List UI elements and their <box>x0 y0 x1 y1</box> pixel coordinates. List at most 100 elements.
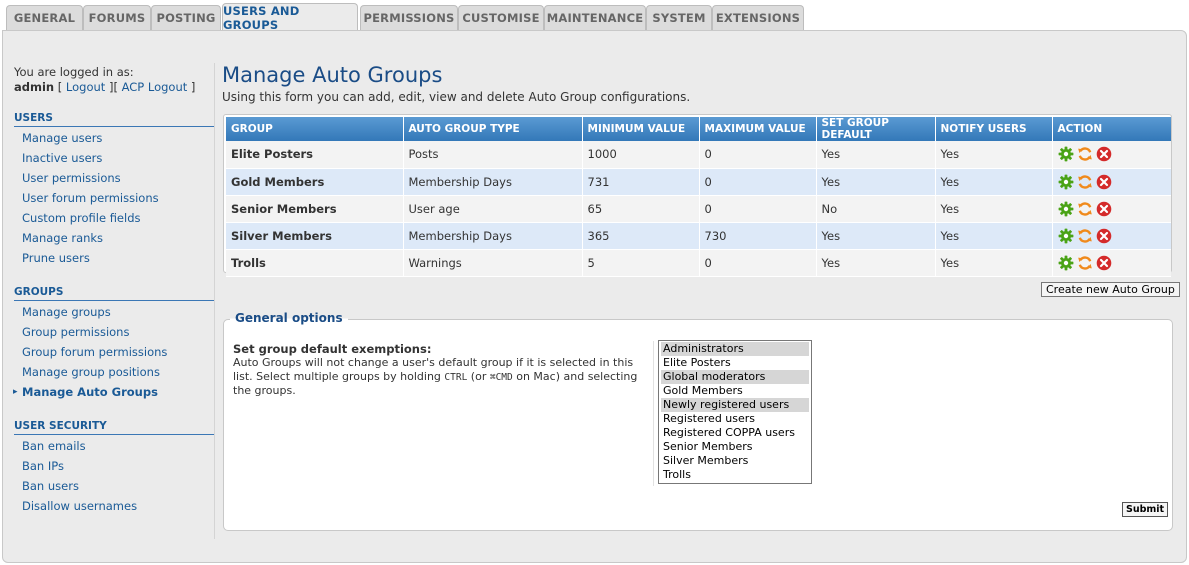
cell-action <box>1052 249 1171 277</box>
logout-link[interactable]: Logout <box>66 80 105 94</box>
sidebar-item-user-permissions[interactable]: User permissions <box>22 171 121 185</box>
exemptions-label: Set group default exemptions: <box>233 342 432 356</box>
sidebar-item-custom-profile-fields[interactable]: Custom profile fields <box>22 211 141 225</box>
sidebar-item-ban-emails[interactable]: Ban emails <box>22 439 86 453</box>
sidebar-item-manage-auto-groups[interactable]: Manage Auto Groups <box>22 385 158 399</box>
bracket-open: [ <box>57 80 66 94</box>
table-row: Senior Members User age 65 0 No Yes <box>226 195 1171 223</box>
listbox-option[interactable]: Elite Posters <box>661 356 809 370</box>
options-divider <box>653 341 654 486</box>
listbox-option[interactable]: Registered users <box>661 412 809 426</box>
cell-minimum-value: 65 <box>582 195 700 223</box>
cell-maximum-value: 730 <box>699 222 817 250</box>
sidebar-item-manage-group-positions[interactable]: Manage group positions <box>22 365 160 379</box>
sync-icon[interactable] <box>1077 174 1093 190</box>
cell-minimum-value: 731 <box>582 168 700 196</box>
section-title-groups: GROUPS <box>14 286 214 301</box>
listbox-option[interactable]: Silver Members <box>661 454 809 468</box>
listbox-option[interactable]: Trolls <box>661 468 809 482</box>
listbox-option[interactable]: Global moderators <box>661 370 809 384</box>
sidebar-item-disallow-usernames[interactable]: Disallow usernames <box>22 499 137 513</box>
cell-action <box>1052 195 1171 223</box>
tab-posting[interactable]: POSTING <box>151 5 221 30</box>
submit-button[interactable]: Submit <box>1122 502 1169 517</box>
sidebar-item-group-forum-permissions[interactable]: Group forum permissions <box>22 345 167 359</box>
table-header-row: GROUP AUTO GROUP TYPE MINIMUM VALUE MAXI… <box>226 117 1171 141</box>
cell-notify-users: Yes <box>935 195 1053 223</box>
section-title-users: USERS <box>14 112 214 127</box>
cell-auto-group-type: Warnings <box>403 249 583 277</box>
cell-group: Gold Members <box>226 168 404 196</box>
listbox-option[interactable]: Senior Members <box>661 440 809 454</box>
gear-icon[interactable] <box>1058 255 1074 271</box>
sync-icon[interactable] <box>1077 201 1093 217</box>
column-header-notify-users: NOTIFY USERS <box>935 117 1053 141</box>
column-header-minimum-value: MINIMUM VALUE <box>582 117 700 141</box>
delete-icon[interactable] <box>1096 174 1112 190</box>
table-row: Elite Posters Posts 1000 0 Yes Yes <box>226 141 1171 169</box>
tab-extensions[interactable]: EXTENSIONS <box>712 5 804 30</box>
cell-set-group-default: Yes <box>816 141 936 169</box>
tab-users-and-groups[interactable]: USERS AND GROUPS <box>222 3 358 32</box>
help-cmd-key: ⌘CMD <box>489 371 513 383</box>
gear-icon[interactable] <box>1058 201 1074 217</box>
sidebar-item-inactive-users[interactable]: Inactive users <box>22 151 102 165</box>
sidebar-divider <box>214 63 215 539</box>
gear-icon[interactable] <box>1058 174 1074 190</box>
login-prefix: You are logged in as: <box>14 65 134 79</box>
login-info: You are logged in as: admin [ Logout ][ … <box>14 65 195 95</box>
sidebar-item-prune-users[interactable]: Prune users <box>22 251 90 265</box>
delete-icon[interactable] <box>1096 255 1112 271</box>
page-title: Manage Auto Groups <box>222 63 443 87</box>
delete-icon[interactable] <box>1096 228 1112 244</box>
action-icons <box>1058 146 1112 162</box>
listbox-option[interactable]: Registered COPPA users <box>661 426 809 440</box>
acp-logout-link[interactable]: ACP Logout <box>122 80 188 94</box>
sync-icon[interactable] <box>1077 146 1093 162</box>
listbox-option[interactable]: Administrators <box>661 342 809 356</box>
cell-maximum-value: 0 <box>699 249 817 277</box>
tab-customise[interactable]: CUSTOMISE <box>458 5 544 30</box>
tab-general[interactable]: GENERAL <box>6 5 83 30</box>
delete-icon[interactable] <box>1096 201 1112 217</box>
cell-maximum-value: 0 <box>699 168 817 196</box>
listbox-option[interactable]: Newly registered users <box>661 398 809 412</box>
column-header-maximum-value: MAXIMUM VALUE <box>699 117 817 141</box>
cell-notify-users: Yes <box>935 222 1053 250</box>
cell-action <box>1052 168 1171 196</box>
tab-system[interactable]: SYSTEM <box>646 5 712 30</box>
tab-bar: GENERAL FORUMS POSTING USERS AND GROUPS … <box>0 0 1189 32</box>
main-panel: You are logged in as: admin [ Logout ][ … <box>2 30 1187 563</box>
create-auto-group-button[interactable]: Create new Auto Group <box>1041 282 1180 297</box>
gear-icon[interactable] <box>1058 146 1074 162</box>
table-row: Trolls Warnings 5 0 Yes Yes <box>226 249 1171 277</box>
sidebar-item-ban-ips[interactable]: Ban IPs <box>22 459 64 473</box>
sidebar-item-manage-ranks[interactable]: Manage ranks <box>22 231 103 245</box>
cell-group: Senior Members <box>226 195 404 223</box>
delete-icon[interactable] <box>1096 146 1112 162</box>
cell-notify-users: Yes <box>935 168 1053 196</box>
cell-group: Trolls <box>226 249 404 277</box>
tab-forums[interactable]: FORUMS <box>83 5 151 30</box>
sync-icon[interactable] <box>1077 255 1093 271</box>
sidebar-item-group-permissions[interactable]: Group permissions <box>22 325 129 339</box>
auto-groups-table: GROUP AUTO GROUP TYPE MINIMUM VALUE MAXI… <box>226 117 1171 277</box>
sidebar-item-manage-groups[interactable]: Manage groups <box>22 305 111 319</box>
page-description: Using this form you can add, edit, view … <box>222 90 691 104</box>
column-header-auto-group-type: AUTO GROUP TYPE <box>403 117 583 141</box>
listbox-option[interactable]: Gold Members <box>661 384 809 398</box>
exemptions-multiselect[interactable]: Administrators Elite Posters Global modera… <box>658 340 812 484</box>
tab-permissions[interactable]: PERMISSIONS <box>360 5 458 30</box>
sidebar-item-user-forum-permissions[interactable]: User forum permissions <box>22 191 159 205</box>
column-header-set-group-default: SET GROUP DEFAULT <box>816 117 936 141</box>
tab-maintenance[interactable]: MAINTENANCE <box>544 5 646 30</box>
gear-icon[interactable] <box>1058 228 1074 244</box>
cell-set-group-default: No <box>816 195 936 223</box>
sidebar-item-ban-users[interactable]: Ban users <box>22 479 79 493</box>
cell-auto-group-type: User age <box>403 195 583 223</box>
sidebar-item-manage-users[interactable]: Manage users <box>22 131 102 145</box>
section-title-user-security: USER SECURITY <box>14 420 214 435</box>
sidebar: You are logged in as: admin [ Logout ][ … <box>3 31 215 562</box>
sync-icon[interactable] <box>1077 228 1093 244</box>
general-options-legend: General options <box>230 311 348 325</box>
